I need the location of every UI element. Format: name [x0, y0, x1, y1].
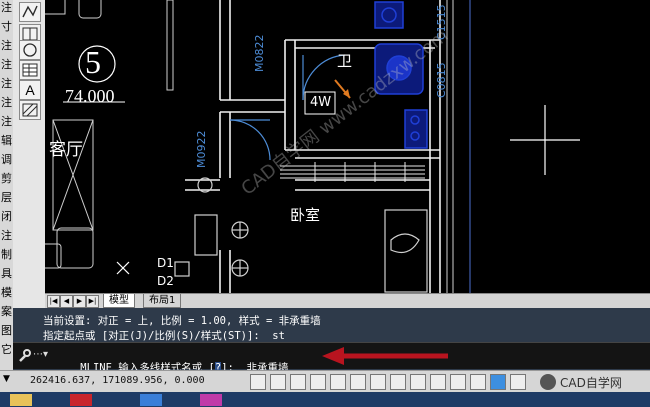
grid-display-icon[interactable] [270, 374, 286, 390]
tool-label[interactable]: 注 [0, 116, 13, 128]
tool-label[interactable]: 具 [0, 268, 13, 280]
bed-furniture [174, 177, 428, 293]
ducs-icon[interactable] [410, 374, 426, 390]
status-dropdown-icon[interactable]: ▼ [3, 374, 10, 384]
layout-tab-bar: |◀ ◀ ▶ ▶| 模型 布局1 [45, 293, 650, 308]
tool-label[interactable]: 注 [0, 59, 13, 71]
tool-label[interactable]: 辑 [0, 135, 13, 147]
crosshair-cursor [510, 105, 580, 175]
tool-label[interactable]: 注 [0, 97, 13, 109]
lineweight-icon[interactable] [450, 374, 466, 390]
app-icon-browser[interactable] [200, 394, 222, 406]
room-label-bedroom: 卧室 [290, 206, 321, 224]
room-label-bath: 卫 [337, 52, 353, 70]
tracking-icon[interactable] [390, 374, 406, 390]
os-taskbar [0, 392, 650, 407]
window-label-c0815: C0815 [435, 62, 448, 98]
tool-label[interactable]: 模 [0, 287, 13, 299]
selection-cycling-icon[interactable] [510, 374, 526, 390]
brand-label: CAD自学网 [560, 376, 622, 390]
status-bar: ▼ 262416.637, 171089.956, 0.000 CAD自学网 [0, 370, 650, 393]
tool-label[interactable]: 制 [0, 249, 13, 261]
first-tab-icon[interactable]: |◀ [47, 295, 60, 308]
folder-icon[interactable] [10, 394, 32, 406]
tool-label[interactable]: 寸 [0, 21, 13, 33]
tool-label-strip: 注寸注注注注注辑调剪层闭注制具模案图它 [0, 0, 13, 370]
prev-tab-icon[interactable]: ◀ [60, 295, 73, 308]
tool-label[interactable]: 注 [0, 78, 13, 90]
tool-label[interactable]: 注 [0, 40, 13, 52]
dynamic-input-icon[interactable] [430, 374, 446, 390]
drawing-canvas[interactable]: 5 74.000 客厅 卧室 卫 4W M0822 M0922 C1515 C0… [45, 0, 650, 293]
tool-label[interactable]: 注 [0, 230, 13, 242]
coordinates-readout: 262416.637, 171089.956, 0.000 [30, 375, 205, 386]
quick-properties-icon[interactable] [490, 374, 506, 390]
app-icon-blue[interactable] [140, 394, 162, 406]
tag-label-d1: D1 [157, 256, 174, 270]
3d-snap-icon[interactable] [370, 374, 386, 390]
sofa-furniture [45, 0, 174, 269]
command-input-bar[interactable]: ⋯▾ MLINE 输入多线样式名或 [?]: 非承重墙 [13, 342, 650, 374]
grid-icon[interactable] [290, 374, 306, 390]
ortho-icon[interactable] [310, 374, 326, 390]
tool-label[interactable]: 剪 [0, 173, 13, 185]
tab-model[interactable]: 模型 [103, 294, 135, 308]
text-icon[interactable]: A [19, 80, 41, 100]
transparency-icon[interactable] [470, 374, 486, 390]
tool-label[interactable]: 注 [0, 2, 13, 14]
wrench-icon[interactable] [17, 348, 31, 362]
tool-label[interactable]: 闭 [0, 211, 13, 223]
table-icon[interactable] [19, 60, 41, 80]
room-label-living: 客厅 [49, 140, 83, 160]
command-history-line-1: 当前设置: 对正 = 上, 比例 = 1.00, 样式 = 非承重墙 [43, 315, 321, 327]
hatch-icon[interactable] [19, 100, 41, 120]
window-lines [280, 162, 425, 182]
tool-label[interactable]: 调 [0, 154, 13, 166]
polyline-icon[interactable] [19, 2, 41, 22]
dimension-value: 74.000 [65, 86, 115, 106]
red-arrow-annotation [322, 347, 448, 365]
tool-label[interactable]: 它 [0, 344, 13, 356]
snap-icon[interactable] [250, 374, 266, 390]
object-snap-icon[interactable] [350, 374, 366, 390]
tag-label-d2: D2 [157, 274, 174, 288]
tab-layout1[interactable]: 布局1 [143, 294, 182, 308]
polar-icon[interactable] [330, 374, 346, 390]
circle-icon[interactable] [19, 40, 41, 60]
circle-number-label: 5 [85, 44, 101, 80]
autocad-icon[interactable] [70, 394, 92, 406]
tool-label[interactable]: 图 [0, 325, 13, 337]
door-label-m0822: M0822 [253, 34, 266, 73]
tool-label[interactable]: 案 [0, 306, 13, 318]
next-tab-icon[interactable]: ▶ [73, 295, 86, 308]
tool-label[interactable]: 层 [0, 192, 13, 204]
brand-logo-icon [540, 374, 556, 390]
last-tab-icon[interactable]: ▶| [86, 295, 99, 308]
door-label-m0922: M0922 [195, 130, 208, 169]
command-history-line-2: 指定起点或 [对正(J)/比例(S)/样式(ST)]: st [43, 330, 285, 342]
command-line-icon: ⋯▾ [33, 349, 49, 360]
